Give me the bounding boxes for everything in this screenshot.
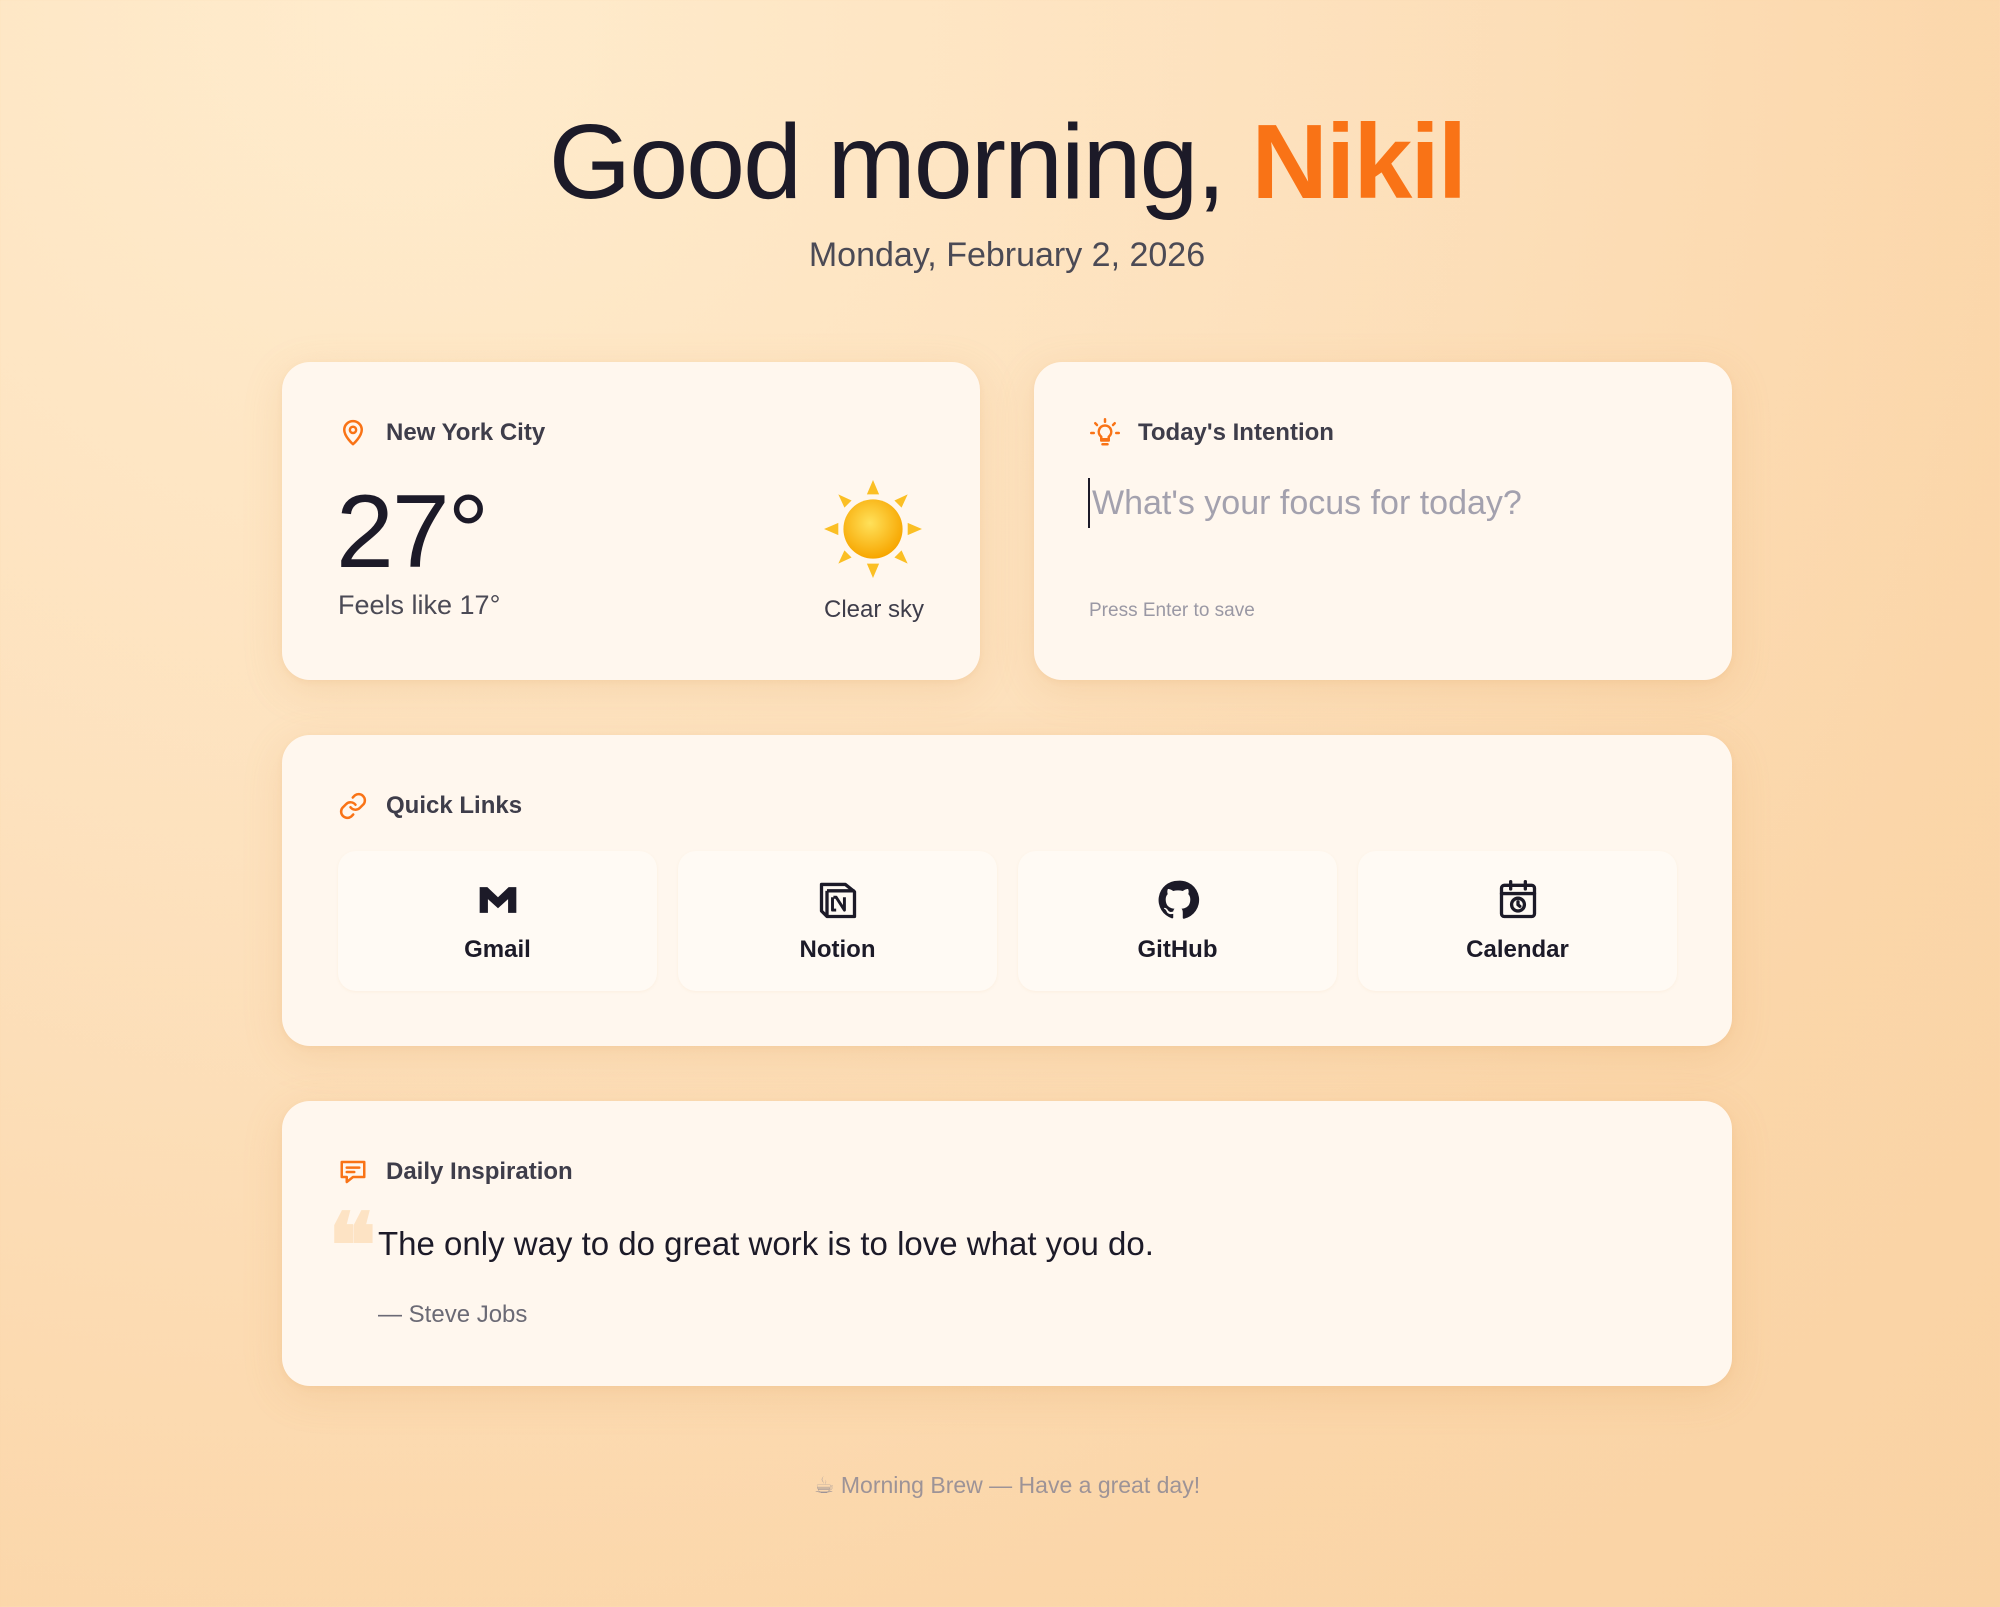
message-icon [340, 1160, 366, 1184]
quote-mark-icon: ❝ [328, 1193, 377, 1299]
greeting-heading: Good morning, Nikil [0, 104, 2000, 221]
location-pin-icon [343, 419, 363, 446]
save-hint: Press Enter to save [1089, 600, 1255, 621]
sun-icon [824, 480, 922, 578]
user-name: Nikil [1251, 103, 1467, 221]
weather-header: New York City [338, 418, 545, 448]
inspiration-title: Daily Inspiration [386, 1158, 573, 1185]
quick-links-row: Gmail Notion GitHub Calendar [338, 851, 1677, 991]
intention-title: Today's Intention [1138, 419, 1334, 446]
intention-card: Today's Intention Press Enter to save [1034, 362, 1732, 680]
weather-location: New York City [386, 419, 546, 446]
quick-link-gmail[interactable]: Gmail [338, 851, 657, 991]
quick-link-label: Calendar [1466, 936, 1569, 963]
quick-links-card: Quick Links Gmail Notion GitHub Calendar [282, 735, 1732, 1046]
notion-icon [819, 882, 856, 919]
quote-text: The only way to do great work is to love… [378, 1225, 1154, 1262]
gmail-icon [479, 887, 516, 913]
lightbulb-icon [1090, 418, 1120, 446]
inspiration-card: Daily Inspiration ❝ The only way to do g… [282, 1101, 1732, 1386]
quick-link-calendar[interactable]: Calendar [1358, 851, 1677, 991]
date-label: Monday, February 2, 2026 [808, 236, 1206, 274]
calendar-icon [1499, 880, 1536, 919]
inspiration-header: Daily Inspiration [338, 1157, 573, 1187]
quick-links-header: Quick Links [338, 791, 522, 821]
github-icon [1158, 880, 1199, 919]
weather-condition: Clear sky [823, 596, 925, 623]
quick-link-notion[interactable]: Notion [678, 851, 997, 991]
temperature: 27° [336, 474, 489, 590]
link-icon [339, 792, 367, 820]
quick-links-title: Quick Links [386, 792, 523, 819]
quick-link-label: GitHub [1137, 936, 1218, 963]
quote-author: — Steve Jobs [378, 1301, 528, 1328]
intention-header: Today's Intention [1090, 418, 1334, 448]
intention-input[interactable] [1088, 478, 1688, 528]
greeting-prefix: Good morning, [548, 103, 1226, 221]
quick-link-label: Notion [799, 936, 876, 963]
weather-card: New York City 27° Feels like 17° Clear s… [282, 362, 980, 680]
quick-link-label: Gmail [464, 936, 531, 963]
feels-like: Feels like 17° [338, 590, 501, 620]
quick-link-github[interactable]: GitHub [1018, 851, 1337, 991]
footer-text: ☕ Morning Brew — Have a great day! [813, 1472, 1201, 1498]
